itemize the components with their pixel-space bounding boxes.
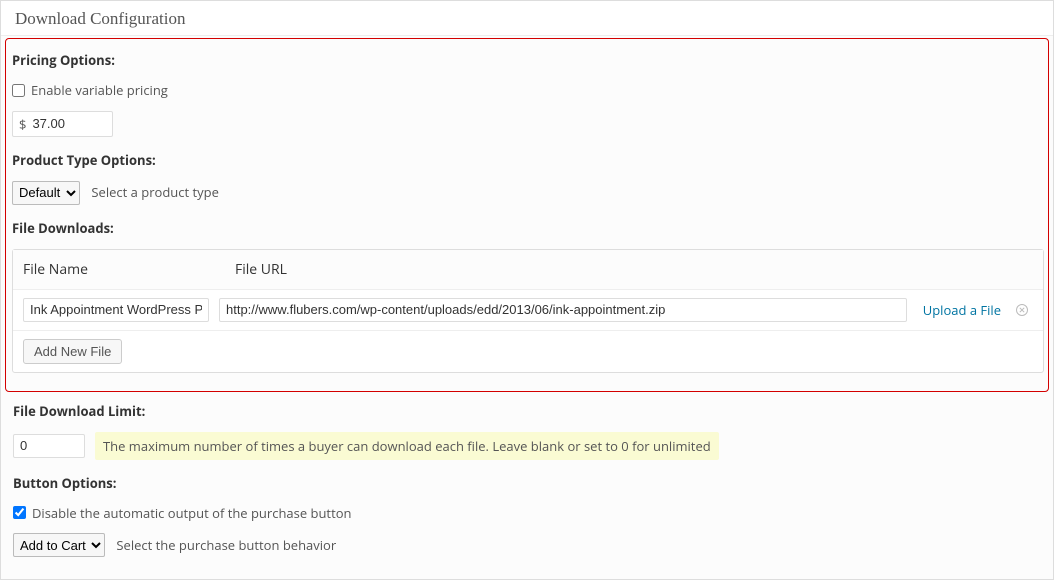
- files-table: File Name File URL Upload a File Add New…: [12, 249, 1044, 373]
- disable-auto-output-checkbox[interactable]: [13, 506, 26, 519]
- price-input[interactable]: [32, 113, 112, 135]
- file-name-input[interactable]: [23, 298, 209, 322]
- pricing-highlight-box: Pricing Options: Enable variable pricing…: [5, 38, 1049, 392]
- enable-variable-pricing-label[interactable]: Enable variable pricing: [12, 81, 168, 99]
- purchase-behavior-select[interactable]: Add to Cart: [13, 533, 105, 557]
- product-type-label: Product Type Options:: [12, 151, 1042, 169]
- upload-file-link[interactable]: Upload a File: [923, 301, 1001, 319]
- price-input-wrap: $: [12, 111, 113, 137]
- download-config-metabox: Download Configuration Pricing Options: …: [0, 0, 1054, 580]
- product-type-select[interactable]: Default: [12, 181, 80, 205]
- remove-file-icon[interactable]: [1011, 303, 1033, 317]
- file-downloads-label: File Downloads:: [12, 219, 1042, 237]
- metabox-title: Download Configuration: [1, 1, 1053, 36]
- download-limit-desc: The maximum number of times a buyer can …: [95, 432, 719, 460]
- enable-variable-pricing-text: Enable variable pricing: [31, 81, 168, 99]
- purchase-behavior-desc: Select the purchase button behavior: [116, 536, 336, 554]
- add-new-file-button[interactable]: Add New File: [23, 339, 122, 364]
- files-table-header: File Name File URL: [13, 250, 1043, 290]
- file-url-input[interactable]: [219, 298, 907, 322]
- col-header-name: File Name: [23, 260, 223, 279]
- file-row: Upload a File: [13, 290, 1043, 331]
- metabox-body: Pricing Options: Enable variable pricing…: [1, 36, 1053, 579]
- download-limit-label: File Download Limit:: [13, 402, 1041, 420]
- currency-symbol: $: [13, 115, 32, 133]
- enable-variable-pricing-checkbox[interactable]: [12, 84, 25, 97]
- button-options-label: Button Options:: [13, 474, 1041, 492]
- files-table-footer: Add New File: [13, 331, 1043, 372]
- product-type-desc: Select a product type: [91, 183, 219, 201]
- disable-auto-output-label[interactable]: Disable the automatic output of the purc…: [13, 504, 352, 522]
- col-header-url: File URL: [223, 260, 1033, 279]
- disable-auto-output-text: Disable the automatic output of the purc…: [32, 504, 352, 522]
- pricing-options-label: Pricing Options:: [12, 51, 1042, 69]
- download-limit-input[interactable]: [13, 434, 85, 458]
